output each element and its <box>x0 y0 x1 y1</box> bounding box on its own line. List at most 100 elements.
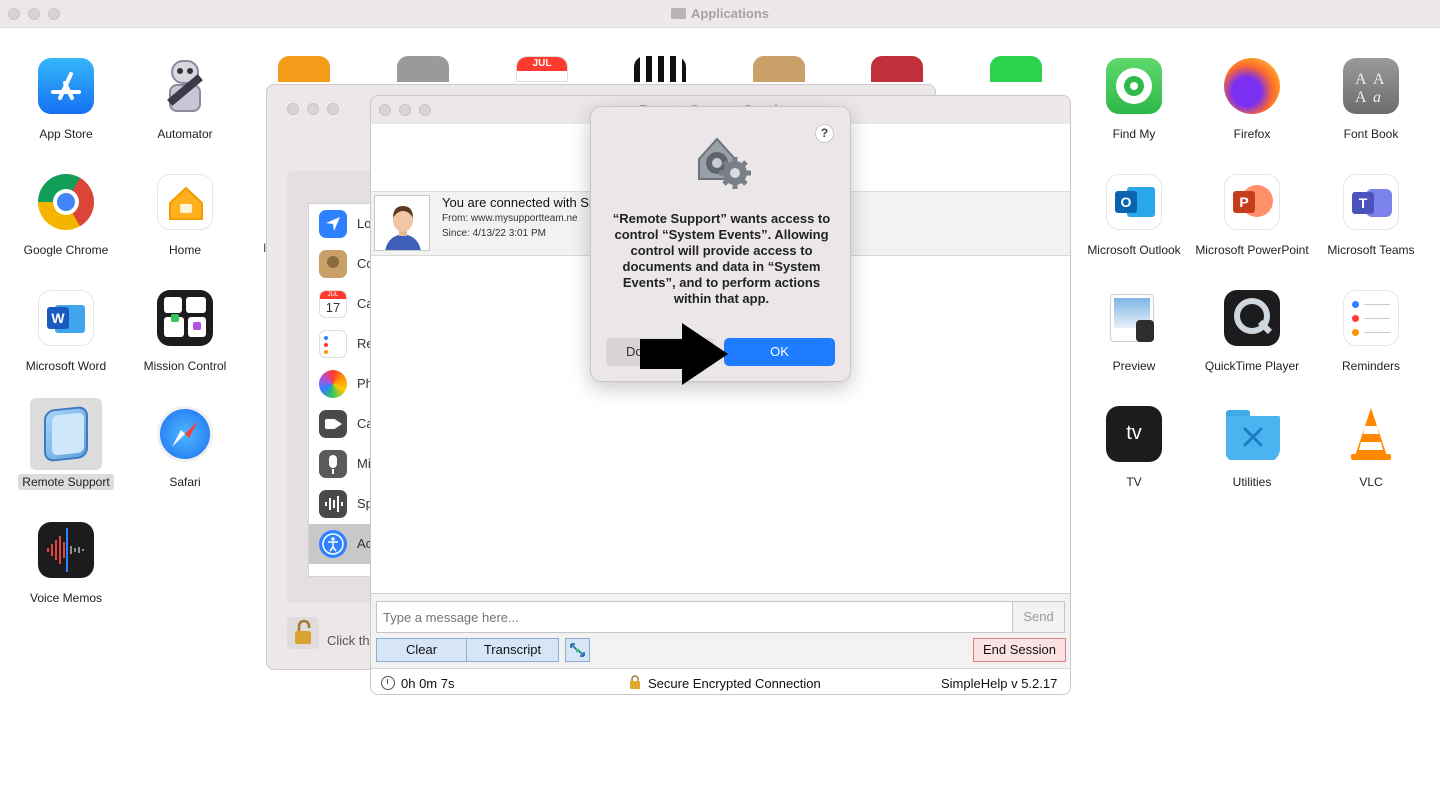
partial-app-label: I <box>263 241 267 255</box>
app-label: Find My <box>1112 127 1156 141</box>
selection-highlight <box>30 398 102 470</box>
since-value: 4/13/22 3:01 PM <box>472 228 546 239</box>
app-utilities[interactable]: Utilities <box>1193 406 1311 490</box>
app-find-my[interactable]: Find My <box>1075 58 1193 142</box>
app-voice-memos[interactable]: Voice Memos <box>7 522 125 606</box>
font-book-icon: AAAa <box>1343 58 1399 114</box>
mission-control-icon <box>157 290 213 346</box>
from-value: www.mysupportteam.ne <box>470 213 578 224</box>
message-input[interactable] <box>376 601 1013 633</box>
app-mission-control[interactable]: Mission Control <box>126 290 244 374</box>
chess-icon[interactable] <box>634 56 686 82</box>
minimize-window-button[interactable] <box>307 103 319 115</box>
app-label: Voice Memos <box>29 591 103 605</box>
app-label: Microsoft Teams <box>1327 243 1415 257</box>
status-bar: 0h 0m 7s Secure Encrypted Connection Sim… <box>371 668 1070 694</box>
window-title: Applications <box>0 6 1440 21</box>
clear-button[interactable]: Clear <box>376 638 467 662</box>
app-automator[interactable]: Automator <box>126 58 244 142</box>
app-label: Remote Support <box>18 474 114 490</box>
lock-icon[interactable] <box>287 617 319 649</box>
app-reminders[interactable]: Reminders <box>1312 290 1430 374</box>
remote-support-icon <box>38 405 94 463</box>
app-label: Microsoft Outlook <box>1087 243 1181 257</box>
app-label: Google Chrome <box>23 243 109 257</box>
app-google-chrome[interactable]: Google Chrome <box>7 174 125 258</box>
permission-message: “Remote Support” wants access to control… <box>612 211 831 306</box>
reminders-icon <box>319 330 347 358</box>
app-home[interactable]: Home <box>126 174 244 258</box>
app-label: Home <box>168 243 201 257</box>
since-label: Since: <box>442 228 470 239</box>
facetime-icon[interactable] <box>990 56 1042 82</box>
app-quicktime[interactable]: QuickTime Player <box>1193 290 1311 374</box>
zoom-window-button[interactable] <box>419 104 431 116</box>
finder-titlebar: Applications <box>0 0 1440 28</box>
ok-button[interactable]: OK <box>724 338 835 366</box>
firefox-icon <box>1224 58 1280 114</box>
app-label: Microsoft Word <box>25 359 107 373</box>
svg-text:A: A <box>1355 89 1367 106</box>
elapsed-time: 0h 0m 7s <box>401 676 455 691</box>
app-font-book[interactable]: AAAa Font Book <box>1312 58 1430 142</box>
speech-waveform-icon <box>319 490 347 518</box>
app-label: Utilities <box>1232 475 1272 489</box>
app-store-icon <box>38 58 94 114</box>
app-vlc[interactable]: VLC <box>1312 406 1430 490</box>
app-microsoft-outlook[interactable]: O Microsoft Outlook <box>1075 174 1193 258</box>
send-button[interactable]: Send <box>1012 601 1065 633</box>
app-label: Preview <box>1112 359 1156 373</box>
calendar-month: JUL <box>320 291 346 299</box>
utilities-icon <box>1224 406 1280 462</box>
clock-icon <box>381 676 395 690</box>
outlook-icon: O <box>1106 174 1162 230</box>
svg-text:a: a <box>1373 89 1381 106</box>
app-tv[interactable]: tv TV <box>1075 406 1193 490</box>
app-label: Font Book <box>1343 127 1399 141</box>
svg-text:A: A <box>1373 71 1385 88</box>
photos-icon <box>319 370 347 398</box>
accessibility-icon <box>319 530 347 558</box>
connected-status: You are connected with Si <box>442 195 592 210</box>
chrome-icon <box>38 174 94 230</box>
safari-icon <box>157 406 213 462</box>
app-preview[interactable]: Preview <box>1075 290 1193 374</box>
app-microsoft-powerpoint[interactable]: P Microsoft PowerPoint <box>1193 174 1311 258</box>
app-firefox[interactable]: Firefox <box>1193 58 1311 142</box>
app-label: Mission Control <box>143 359 227 373</box>
app-remote-support[interactable]: Remote Support <box>7 398 125 491</box>
padlock-icon <box>630 675 640 689</box>
folder-icon <box>670 8 686 19</box>
svg-text:A: A <box>1355 71 1367 88</box>
end-session-button[interactable]: End Session <box>973 638 1066 662</box>
help-button[interactable]: ? <box>815 124 834 143</box>
lock-hint-text: Click th <box>327 633 370 648</box>
books-icon[interactable] <box>278 56 330 82</box>
contacts-icon[interactable] <box>753 56 805 82</box>
calculator-icon[interactable] <box>397 56 449 82</box>
app-microsoft-teams[interactable]: T Microsoft Teams <box>1312 174 1430 258</box>
home-icon <box>157 174 213 230</box>
app-label: App Store <box>39 127 93 141</box>
app-label: Microsoft PowerPoint <box>1195 243 1309 257</box>
calendar-day: 17 <box>325 300 341 315</box>
zoom-window-button[interactable] <box>327 103 339 115</box>
app-microsoft-word[interactable]: W Microsoft Word <box>7 290 125 374</box>
expand-icon[interactable] <box>565 638 590 662</box>
dictionary-icon[interactable] <box>871 56 923 82</box>
app-label: QuickTime Player <box>1204 359 1300 373</box>
minimize-window-button[interactable] <box>399 104 411 116</box>
technician-avatar <box>374 195 430 251</box>
since-line: Since: 4/13/22 3:01 PM <box>442 228 546 239</box>
app-safari[interactable]: Safari <box>126 406 244 490</box>
close-window-button[interactable] <box>379 104 391 116</box>
close-window-button[interactable] <box>287 103 299 115</box>
reminders-icon <box>1343 290 1399 346</box>
app-app-store[interactable]: App Store <box>7 58 125 142</box>
voice-memos-icon <box>38 522 94 578</box>
app-label: VLC <box>1359 475 1383 489</box>
app-label: Firefox <box>1233 127 1271 141</box>
transcript-button[interactable]: Transcript <box>466 638 559 662</box>
camera-icon <box>319 410 347 438</box>
calendar-icon[interactable]: JUL <box>516 56 568 82</box>
